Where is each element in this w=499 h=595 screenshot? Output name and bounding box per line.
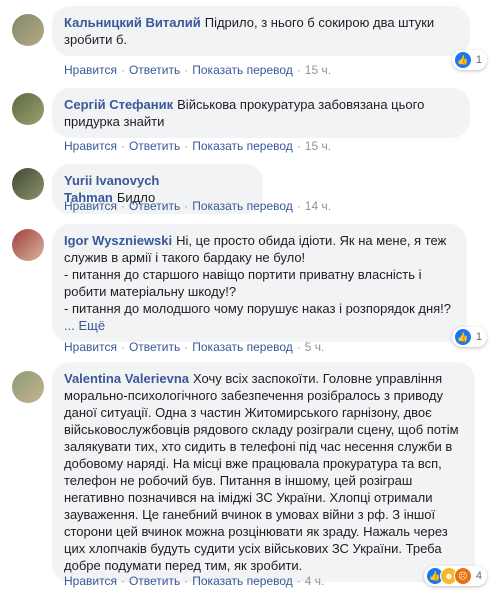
comment-text-line: - питання до молодшого чому порушує нака… xyxy=(64,301,452,316)
reaction-summary[interactable]: 👍 1 xyxy=(451,50,487,70)
reply-link[interactable]: Ответить xyxy=(129,63,180,77)
like-reaction-icon: 👍 xyxy=(453,51,472,69)
reply-link[interactable]: Ответить xyxy=(129,139,180,153)
reaction-count: 4 xyxy=(475,570,482,582)
avatar[interactable] xyxy=(12,229,44,261)
comment-bubble: Igor Wyszniewski Ні, це просто обида ідіо… xyxy=(52,224,467,342)
translate-link[interactable]: Показать перевод xyxy=(192,340,293,354)
comment-text-line: служив в армії і такого бардаку не було! xyxy=(64,250,306,265)
reply-link[interactable]: Ответить xyxy=(129,199,180,213)
translate-link[interactable]: Показать перевод xyxy=(192,139,293,153)
like-link[interactable]: Нравится xyxy=(64,574,117,588)
comment-text: Хочу всіх заспокоїти. Головне управління… xyxy=(64,371,459,573)
translate-link[interactable]: Показать перевод xyxy=(192,63,293,77)
comment-actions: Нравится · Ответить · Показать перевод · 14 ч. xyxy=(64,199,332,213)
comment-time[interactable]: 15 ч. xyxy=(305,139,331,153)
comment-actions: Нравится · Ответить · Показать перевод · 15 ч. xyxy=(64,63,332,77)
comment-time[interactable]: 14 ч. xyxy=(305,199,331,213)
reaction-summary[interactable]: 👍 1 xyxy=(451,327,487,347)
comment-bubble: Сергій Стефаник Військова прокуратура заб… xyxy=(52,88,470,138)
reaction-count: 1 xyxy=(475,54,482,66)
like-link[interactable]: Нравится xyxy=(64,63,117,77)
like-reaction-icon: 👍 xyxy=(453,328,472,346)
see-more-link[interactable]: ... Ещё xyxy=(64,317,455,334)
reply-link[interactable]: Ответить xyxy=(129,340,180,354)
reaction-summary[interactable]: 👍 ☻ ☹ 4 xyxy=(423,566,487,586)
comment-text-line: - питання до старшого навіщо портити при… xyxy=(64,267,422,282)
avatar[interactable] xyxy=(12,168,44,200)
translate-link[interactable]: Показать перевод xyxy=(192,574,293,588)
comment-text-line: робити матеріальну шкоду!? xyxy=(64,284,237,299)
translate-link[interactable]: Показать перевод xyxy=(192,199,293,213)
comment-author[interactable]: Сергій Стефаник xyxy=(64,97,173,112)
like-link[interactable]: Нравится xyxy=(64,340,117,354)
comment-author[interactable]: Кальницкий Виталий xyxy=(64,15,201,30)
avatar[interactable] xyxy=(12,371,44,403)
comment-time[interactable]: 5 ч. xyxy=(305,340,325,354)
comment-bubble: Кальницкий Виталий Підрило, з нього б сок… xyxy=(52,6,470,56)
comment-author[interactable]: Valentina Valerievna xyxy=(64,371,189,386)
comment-actions: Нравится · Ответить · Показать перевод · 15 ч. xyxy=(64,139,332,153)
like-link[interactable]: Нравится xyxy=(64,199,117,213)
comment-author[interactable]: Igor Wyszniewski xyxy=(64,233,172,248)
comment-actions: Нравится · Ответить · Показать перевод · 5 ч. xyxy=(64,340,325,354)
comment-actions: Нравится · Ответить · Показать перевод · 4 ч. xyxy=(64,574,325,588)
comment-text-line: Ні, це просто обида ідіоти. Як на мене, … xyxy=(176,233,447,248)
comment-time[interactable]: 15 ч. xyxy=(305,63,331,77)
reaction-count: 1 xyxy=(475,331,482,343)
reply-link[interactable]: Ответить xyxy=(129,574,180,588)
angry-reaction-icon: ☹ xyxy=(453,567,472,585)
avatar[interactable] xyxy=(12,14,44,46)
comment-bubble: Valentina Valerievna Хочу всіх заспокоїти… xyxy=(52,362,475,582)
like-link[interactable]: Нравится xyxy=(64,139,117,153)
avatar[interactable] xyxy=(12,93,44,125)
comment-time[interactable]: 4 ч. xyxy=(305,574,325,588)
